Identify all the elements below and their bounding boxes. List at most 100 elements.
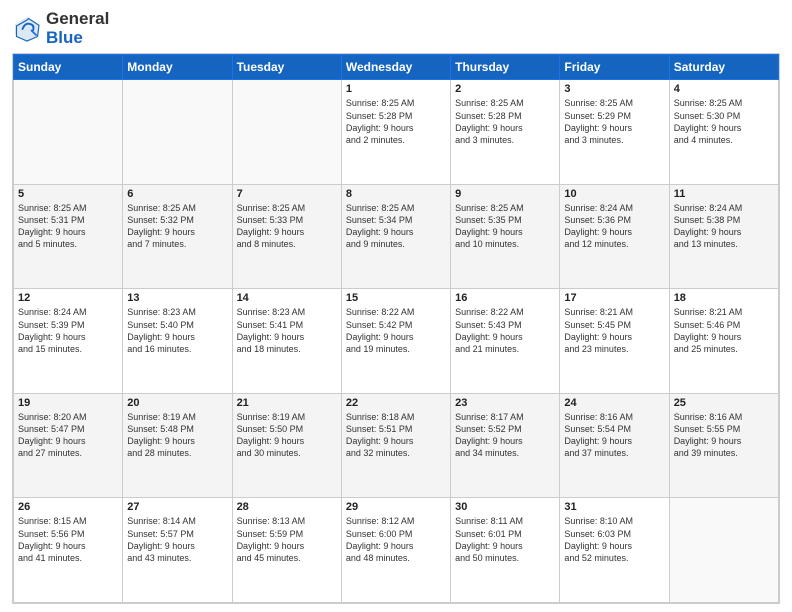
day-info: Sunrise: 8:25 AM Sunset: 5:32 PM Dayligh…: [127, 202, 227, 251]
day-info: Sunrise: 8:14 AM Sunset: 5:57 PM Dayligh…: [127, 515, 227, 564]
day-number: 6: [127, 188, 227, 200]
day-number: 7: [237, 188, 337, 200]
calendar-cell: 29 Sunrise: 8:12 AM Sunset: 6:00 PM Dayli…: [341, 498, 450, 603]
logo: General Blue: [12, 10, 109, 47]
calendar-cell: 22 Sunrise: 8:18 AM Sunset: 5:51 PM Dayli…: [341, 393, 450, 498]
calendar-cell: 28 Sunrise: 8:13 AM Sunset: 5:59 PM Dayli…: [232, 498, 341, 603]
day-number: 26: [18, 501, 118, 513]
day-of-week-header: Tuesday: [232, 55, 341, 80]
day-info: Sunrise: 8:16 AM Sunset: 5:54 PM Dayligh…: [564, 411, 664, 460]
calendar-cell: 3Sunrise: 8:25 AM Sunset: 5:29 PM Daylig…: [560, 80, 669, 185]
calendar-cell: 9 Sunrise: 8:25 AM Sunset: 5:35 PM Daylig…: [451, 184, 560, 289]
day-number: 17: [564, 292, 664, 304]
calendar-cell: 21 Sunrise: 8:19 AM Sunset: 5:50 PM Dayli…: [232, 393, 341, 498]
calendar-cell: 26Sunrise: 8:15 AM Sunset: 5:56 PM Dayli…: [14, 498, 123, 603]
day-info: Sunrise: 8:16 AM Sunset: 5:55 PM Dayligh…: [674, 411, 774, 460]
calendar-cell: 16Sunrise: 8:22 AM Sunset: 5:43 PM Dayli…: [451, 289, 560, 394]
calendar-cell: 4 Sunrise: 8:25 AM Sunset: 5:30 PM Daylig…: [669, 80, 778, 185]
calendar-cell: 10 Sunrise: 8:24 AM Sunset: 5:36 PM Dayli…: [560, 184, 669, 289]
day-info: Sunrise: 8:22 AM Sunset: 5:42 PM Dayligh…: [346, 306, 446, 355]
day-number: 21: [237, 397, 337, 409]
page-container: General Blue SundayMondayTuesdayWednesda…: [0, 0, 792, 612]
day-info: Sunrise: 8:19 AM Sunset: 5:50 PM Dayligh…: [237, 411, 337, 460]
calendar-cell: 31 Sunrise: 8:10 AM Sunset: 6:03 PM Dayli…: [560, 498, 669, 603]
day-number: 25: [674, 397, 774, 409]
day-info: Sunrise: 8:25 AM Sunset: 5:33 PM Dayligh…: [237, 202, 337, 251]
calendar-cell: 6 Sunrise: 8:25 AM Sunset: 5:32 PM Daylig…: [123, 184, 232, 289]
day-of-week-header: Sunday: [14, 55, 123, 80]
day-of-week-header: Thursday: [451, 55, 560, 80]
day-number: 11: [674, 188, 774, 200]
calendar-cell: 23Sunrise: 8:17 AM Sunset: 5:52 PM Dayli…: [451, 393, 560, 498]
calendar-cell: 15 Sunrise: 8:22 AM Sunset: 5:42 PM Dayli…: [341, 289, 450, 394]
day-number: 4: [674, 83, 774, 95]
calendar-cell: [232, 80, 341, 185]
calendar-cell: 25 Sunrise: 8:16 AM Sunset: 5:55 PM Dayli…: [669, 393, 778, 498]
day-info: Sunrise: 8:24 AM Sunset: 5:38 PM Dayligh…: [674, 202, 774, 251]
day-number: 30: [455, 501, 555, 513]
day-number: 12: [18, 292, 118, 304]
day-number: 14: [237, 292, 337, 304]
day-of-week-header: Saturday: [669, 55, 778, 80]
day-number: 10: [564, 188, 664, 200]
day-info: Sunrise: 8:23 AM Sunset: 5:41 PM Dayligh…: [237, 306, 337, 355]
day-info: Sunrise: 8:23 AM Sunset: 5:40 PM Dayligh…: [127, 306, 227, 355]
day-info: Sunrise: 8:21 AM Sunset: 5:45 PM Dayligh…: [564, 306, 664, 355]
day-number: 2: [455, 83, 555, 95]
logo-icon: [12, 14, 42, 44]
calendar-cell: 18 Sunrise: 8:21 AM Sunset: 5:46 PM Dayli…: [669, 289, 778, 394]
day-number: 27: [127, 501, 227, 513]
calendar-cell: 7 Sunrise: 8:25 AM Sunset: 5:33 PM Daylig…: [232, 184, 341, 289]
day-info: Sunrise: 8:25 AM Sunset: 5:30 PM Dayligh…: [674, 97, 774, 146]
calendar-week-row: 5Sunrise: 8:25 AM Sunset: 5:31 PM Daylig…: [14, 184, 779, 289]
day-info: Sunrise: 8:25 AM Sunset: 5:35 PM Dayligh…: [455, 202, 555, 251]
header: General Blue: [12, 10, 780, 47]
calendar-week-row: 26Sunrise: 8:15 AM Sunset: 5:56 PM Dayli…: [14, 498, 779, 603]
calendar: SundayMondayTuesdayWednesdayThursdayFrid…: [12, 53, 780, 604]
day-info: Sunrise: 8:18 AM Sunset: 5:51 PM Dayligh…: [346, 411, 446, 460]
calendar-cell: [669, 498, 778, 603]
day-number: 28: [237, 501, 337, 513]
day-info: Sunrise: 8:21 AM Sunset: 5:46 PM Dayligh…: [674, 306, 774, 355]
calendar-cell: 30 Sunrise: 8:11 AM Sunset: 6:01 PM Dayli…: [451, 498, 560, 603]
calendar-cell: 5Sunrise: 8:25 AM Sunset: 5:31 PM Daylig…: [14, 184, 123, 289]
day-of-week-header: Wednesday: [341, 55, 450, 80]
day-number: 9: [455, 188, 555, 200]
calendar-week-row: 12 Sunrise: 8:24 AM Sunset: 5:39 PM Dayli…: [14, 289, 779, 394]
day-number: 23: [455, 397, 555, 409]
day-number: 19: [18, 397, 118, 409]
logo-text: General Blue: [46, 10, 109, 47]
day-info: Sunrise: 8:22 AM Sunset: 5:43 PM Dayligh…: [455, 306, 555, 355]
day-info: Sunrise: 8:24 AM Sunset: 5:39 PM Dayligh…: [18, 306, 118, 355]
calendar-cell: 2Sunrise: 8:25 AM Sunset: 5:28 PM Daylig…: [451, 80, 560, 185]
day-number: 1: [346, 83, 446, 95]
logo-general: General: [46, 9, 109, 28]
calendar-cell: 13 Sunrise: 8:23 AM Sunset: 5:40 PM Dayli…: [123, 289, 232, 394]
day-info: Sunrise: 8:24 AM Sunset: 5:36 PM Dayligh…: [564, 202, 664, 251]
day-of-week-header: Friday: [560, 55, 669, 80]
day-number: 15: [346, 292, 446, 304]
day-number: 24: [564, 397, 664, 409]
day-info: Sunrise: 8:19 AM Sunset: 5:48 PM Dayligh…: [127, 411, 227, 460]
day-number: 13: [127, 292, 227, 304]
day-number: 31: [564, 501, 664, 513]
day-info: Sunrise: 8:11 AM Sunset: 6:01 PM Dayligh…: [455, 515, 555, 564]
day-info: Sunrise: 8:10 AM Sunset: 6:03 PM Dayligh…: [564, 515, 664, 564]
calendar-cell: 11 Sunrise: 8:24 AM Sunset: 5:38 PM Dayli…: [669, 184, 778, 289]
calendar-cell: 19Sunrise: 8:20 AM Sunset: 5:47 PM Dayli…: [14, 393, 123, 498]
calendar-cell: 17 Sunrise: 8:21 AM Sunset: 5:45 PM Dayli…: [560, 289, 669, 394]
calendar-week-row: 19Sunrise: 8:20 AM Sunset: 5:47 PM Dayli…: [14, 393, 779, 498]
calendar-cell: [14, 80, 123, 185]
day-info: Sunrise: 8:25 AM Sunset: 5:28 PM Dayligh…: [346, 97, 446, 146]
calendar-cell: 1 Sunrise: 8:25 AM Sunset: 5:28 PM Daylig…: [341, 80, 450, 185]
day-info: Sunrise: 8:13 AM Sunset: 5:59 PM Dayligh…: [237, 515, 337, 564]
day-number: 18: [674, 292, 774, 304]
day-of-week-header: Monday: [123, 55, 232, 80]
calendar-cell: [123, 80, 232, 185]
calendar-cell: 20Sunrise: 8:19 AM Sunset: 5:48 PM Dayli…: [123, 393, 232, 498]
day-number: 8: [346, 188, 446, 200]
day-number: 22: [346, 397, 446, 409]
day-info: Sunrise: 8:12 AM Sunset: 6:00 PM Dayligh…: [346, 515, 446, 564]
day-info: Sunrise: 8:25 AM Sunset: 5:29 PM Dayligh…: [564, 97, 664, 146]
day-number: 29: [346, 501, 446, 513]
